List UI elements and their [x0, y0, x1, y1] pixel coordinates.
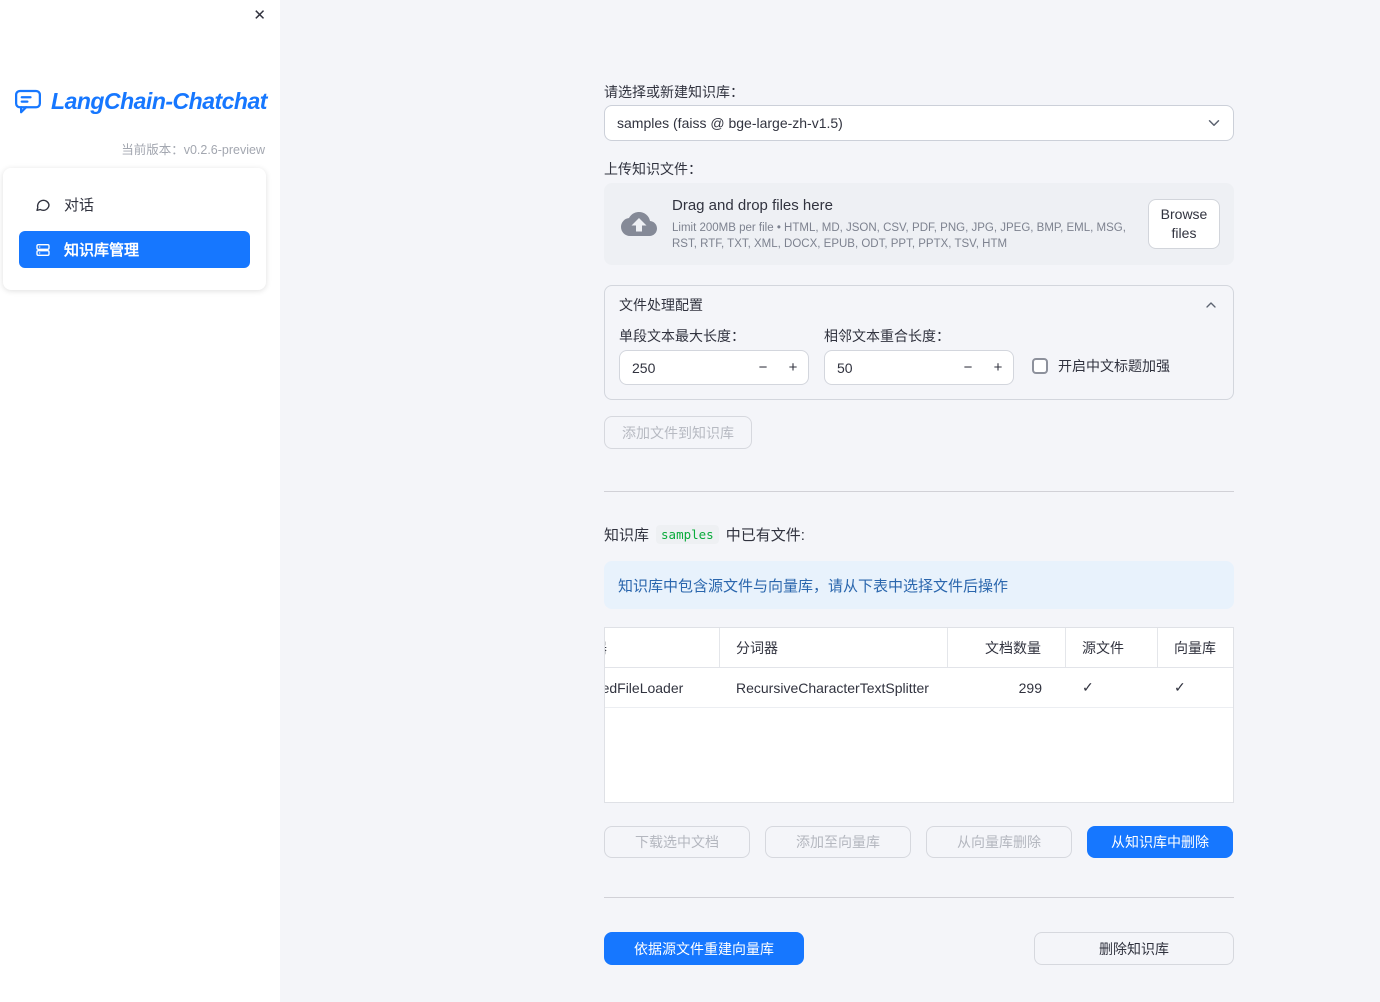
delete-from-vector-store-button[interactable]: 从向量库删除: [926, 826, 1072, 858]
sidebar-item-label: 对话: [64, 197, 95, 214]
minus-button[interactable]: −: [748, 359, 778, 376]
chunk-overlap-label: 相邻文本重合长度：: [824, 328, 950, 344]
cell-doc-count: 299: [1018, 679, 1042, 696]
kb-select-label: 请选择或新建知识库：: [604, 84, 744, 100]
sidebar-item-label: 知识库管理: [64, 242, 140, 259]
chunk-size-value[interactable]: 250: [620, 360, 748, 376]
table-row[interactable]: UnstructuredFileLoader RecursiveCharacte…: [605, 668, 1233, 708]
add-to-vector-store-button[interactable]: 添加至向量库: [765, 826, 911, 858]
delete-kb-button[interactable]: 删除知识库: [1034, 932, 1234, 965]
cell-loader: UnstructuredFileLoader: [605, 679, 684, 696]
col-header-doc-count[interactable]: 文档数量: [948, 628, 1066, 667]
cell-source-file-check: ✓: [1082, 679, 1094, 695]
chevron-down-icon: [1205, 114, 1223, 132]
kb-files-table: 文档加载器 分词器 文档数量 源文件 向量库 UnstructuredFileL…: [604, 627, 1234, 803]
dropzone-title: Drag and drop files here: [672, 196, 833, 214]
zh-title-enhance-row: 开启中文标题加强: [1032, 356, 1170, 376]
col-header-source-file[interactable]: 源文件: [1066, 628, 1158, 667]
kb-select[interactable]: samples (faiss @ bge-large-zh-v1.5): [604, 105, 1234, 141]
rebuild-vector-store-button[interactable]: 依据源文件重建向量库: [604, 932, 804, 965]
divider: [604, 491, 1234, 492]
chunk-size-input[interactable]: 250 − +: [619, 350, 809, 385]
table-header-row: 文档加载器 分词器 文档数量 源文件 向量库: [605, 628, 1233, 668]
kb-select-value: samples (faiss @ bge-large-zh-v1.5): [617, 115, 843, 131]
col-header-splitter[interactable]: 分词器: [720, 628, 948, 667]
cell-vector-store-check: ✓: [1174, 679, 1186, 695]
minus-button[interactable]: −: [953, 359, 983, 376]
cell-splitter: RecursiveCharacterTextSplitter: [736, 679, 929, 696]
file-config-expander: 文件处理配置 单段文本最大长度： 相邻文本重合长度： 250 − + 50 − …: [604, 285, 1234, 400]
dropzone-text: Drag and drop files here Limit 200MB per…: [672, 197, 1148, 252]
plus-button[interactable]: +: [778, 359, 808, 376]
browse-files-button[interactable]: Browse files: [1148, 199, 1220, 249]
col-header-loader[interactable]: 文档加载器: [605, 628, 720, 667]
col-header-vector-store[interactable]: 向量库: [1158, 628, 1233, 667]
cloud-upload-icon: [620, 209, 658, 239]
info-banner: 知识库中包含源文件与向量库，请从下表中选择文件后操作: [604, 561, 1234, 609]
chunk-size-label: 单段文本最大长度：: [619, 328, 745, 344]
kb-files-heading: 知识库 samples 中已有文件:: [604, 524, 805, 545]
kb-files-prefix: 知识库: [604, 527, 650, 544]
expander-title: 文件处理配置: [619, 297, 703, 313]
logo-text: LangChain-Chatchat: [51, 87, 267, 114]
delete-from-kb-button[interactable]: 从知识库中删除: [1087, 826, 1233, 858]
database-stack-icon: [35, 242, 51, 258]
chunk-overlap-input[interactable]: 50 − +: [824, 350, 1014, 385]
sidebar-menu: 对话 知识库管理: [3, 168, 266, 290]
version-label: 当前版本：v0.2.6-preview: [121, 143, 265, 157]
zh-title-enhance-checkbox[interactable]: [1032, 358, 1048, 374]
main-content: 请选择或新建知识库： samples (faiss @ bge-large-zh…: [604, 0, 1234, 1002]
upload-label: 上传知识文件：: [604, 161, 702, 177]
chevron-up-icon: [1203, 297, 1219, 313]
chat-bubble-icon: [35, 197, 51, 213]
dropzone-hint: Limit 200MB per file • HTML, MD, JSON, C…: [672, 221, 1126, 250]
app-logo: LangChain-Chatchat: [0, 86, 280, 116]
kb-name-code: samples: [656, 525, 719, 544]
sidebar-item-dialogue[interactable]: 对话: [19, 186, 250, 223]
zh-title-enhance-label[interactable]: 开启中文标题加强: [1058, 356, 1170, 376]
add-files-to-kb-button[interactable]: 添加文件到知识库: [604, 416, 752, 449]
table-grid: 文档加载器 分词器 文档数量 源文件 向量库 UnstructuredFileL…: [605, 628, 1233, 708]
plus-button[interactable]: +: [983, 359, 1013, 376]
chunk-overlap-value[interactable]: 50: [825, 360, 953, 376]
close-sidebar-icon[interactable]: ✕: [253, 8, 266, 23]
download-selected-docs-button[interactable]: 下载选中文档: [604, 826, 750, 858]
sidebar-item-kb-management[interactable]: 知识库管理: [19, 231, 250, 268]
logo-chat-icon: [13, 86, 43, 116]
divider: [604, 897, 1234, 898]
expander-header[interactable]: 文件处理配置: [605, 286, 1233, 324]
file-dropzone[interactable]: Drag and drop files here Limit 200MB per…: [604, 183, 1234, 265]
sidebar: ✕ LangChain-Chatchat 当前版本：v0.2.6-preview…: [0, 0, 280, 1002]
kb-files-suffix: 中已有文件:: [725, 527, 805, 544]
